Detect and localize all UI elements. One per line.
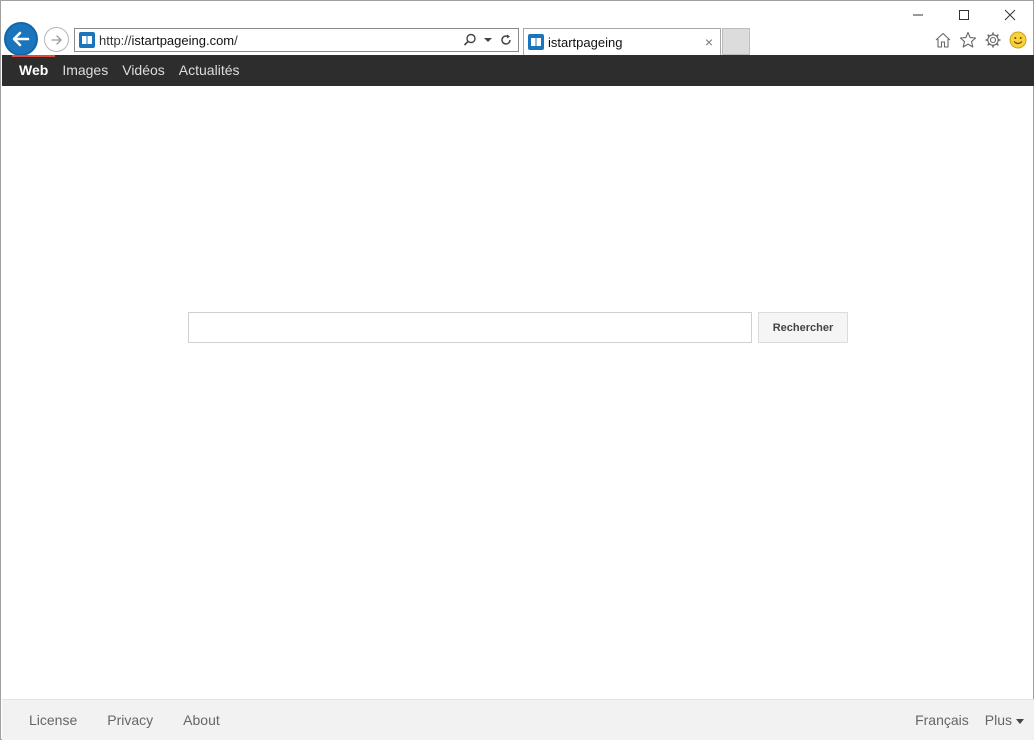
footer-right: Français Plus	[915, 700, 1024, 740]
back-button[interactable]	[4, 22, 38, 56]
home-icon[interactable]	[933, 30, 952, 49]
minimize-button[interactable]	[895, 1, 941, 29]
more-dropdown[interactable]: Plus	[985, 712, 1024, 728]
top-navigation: Web Images Vidéos Actualités	[2, 55, 1034, 86]
tab-favicon-icon	[528, 34, 544, 50]
arrow-right-icon	[50, 34, 62, 45]
nav-item-images[interactable]: Images	[55, 55, 115, 86]
caret-down-icon	[1016, 718, 1024, 724]
nav-item-videos[interactable]: Vidéos	[115, 55, 172, 86]
tab-close-icon[interactable]: ×	[702, 35, 716, 49]
search-input[interactable]	[188, 312, 752, 343]
close-icon	[1004, 9, 1016, 21]
dropdown-caret-icon[interactable]	[481, 33, 495, 47]
more-label: Plus	[984, 712, 1012, 728]
window-controls	[895, 1, 1033, 29]
search-button[interactable]: Rechercher	[758, 312, 848, 343]
search-icon[interactable]	[463, 33, 477, 47]
footer-link-license[interactable]: License	[29, 712, 77, 728]
minimize-icon	[913, 14, 923, 16]
tab-title: istartpageing	[548, 34, 623, 50]
nav-item-news[interactable]: Actualités	[172, 55, 247, 86]
footer-links: License Privacy About	[29, 700, 220, 740]
nav-item-web[interactable]: Web	[12, 55, 56, 86]
maximize-icon	[959, 10, 969, 20]
footer: License Privacy About Français Plus	[2, 699, 1034, 740]
favorites-star-icon[interactable]	[958, 30, 977, 49]
footer-link-about[interactable]: About	[183, 712, 220, 728]
forward-button[interactable]	[44, 27, 69, 52]
browser-tab[interactable]: istartpageing ×	[523, 28, 721, 55]
url-path: /	[234, 32, 238, 48]
settings-gear-icon[interactable]	[983, 30, 1002, 49]
address-bar[interactable]: http://istartpageing.com/	[74, 28, 519, 52]
smiley-feedback-icon[interactable]	[1008, 30, 1027, 49]
close-window-button[interactable]	[987, 1, 1033, 29]
browser-chrome: http://istartpageing.com/ istartpageing …	[1, 1, 1033, 56]
url-host: istartpageing.com	[131, 32, 235, 48]
new-tab-button[interactable]	[722, 28, 750, 55]
maximize-button[interactable]	[941, 1, 987, 29]
footer-link-privacy[interactable]: Privacy	[107, 712, 153, 728]
refresh-icon[interactable]	[499, 33, 513, 47]
language-link[interactable]: Français	[915, 712, 969, 728]
url-text[interactable]: http://istartpageing.com/	[99, 33, 463, 48]
browser-toolbar-icons	[933, 30, 1027, 49]
site-favicon-icon	[79, 32, 95, 48]
arrow-left-icon	[12, 31, 30, 47]
address-bar-actions	[463, 33, 513, 47]
browser-window: http://istartpageing.com/ istartpageing …	[0, 0, 1034, 740]
url-scheme: http://	[99, 32, 132, 48]
